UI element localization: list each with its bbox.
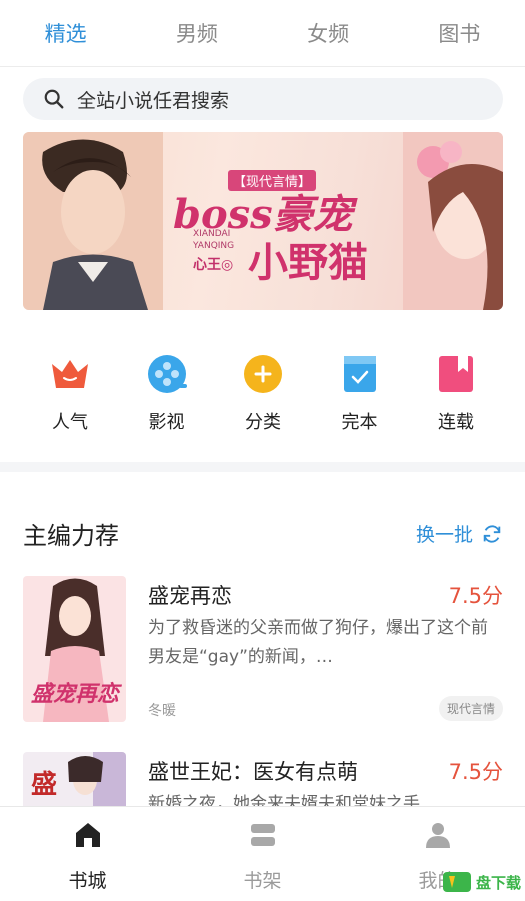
promo-banner[interactable]: 【现代言情】 boss豪宠 XIANDAI YANQING 心王◎ 小野猫: [23, 132, 503, 310]
category-label: 影视: [148, 412, 185, 433]
refresh-icon: [483, 524, 501, 543]
book-cover[interactable]: 盛: [23, 752, 126, 812]
category-label: 分类: [245, 412, 281, 433]
watermark-logo: 盘下载: [442, 870, 521, 894]
book-cover-title: 盛: [31, 770, 58, 800]
book-title[interactable]: 盛宠再恋: [148, 580, 232, 610]
refresh-batch-button[interactable]: 换一批: [416, 520, 503, 547]
section-title: 主编力荐: [23, 522, 119, 550]
tab-female[interactable]: 女频: [263, 0, 394, 66]
nav-bookstore[interactable]: 书城: [0, 807, 175, 901]
book-title[interactable]: 盛世王妃：医女有点萌: [148, 756, 358, 786]
category-classify[interactable]: 分类: [215, 352, 311, 434]
category-label: 人气: [52, 412, 88, 433]
category-serial[interactable]: 连载: [408, 352, 504, 434]
book-author: 冬暖: [148, 703, 176, 719]
home-icon: [75, 823, 100, 847]
category-row: 人气 影视 分类 完本 连载: [22, 352, 504, 434]
check-book-icon: [343, 356, 376, 392]
top-tab-bar: 精选 男频 女频 图书: [0, 0, 525, 67]
tab-featured[interactable]: 精选: [0, 0, 131, 66]
nav-bookshelf[interactable]: 书架: [175, 807, 350, 901]
plus-circle-icon: [244, 355, 282, 393]
banner-pinyin: XIANDAI YANQING: [193, 228, 234, 252]
category-film[interactable]: 影视: [119, 352, 215, 434]
search-bar[interactable]: 全站小说任君搜索: [23, 78, 503, 120]
banner-woman-illustration: [403, 132, 503, 310]
watermark-icon: [442, 872, 471, 892]
tab-books[interactable]: 图书: [394, 0, 525, 66]
nav-label: 书架: [243, 870, 282, 892]
user-icon: [425, 823, 450, 848]
bookmark-icon: [439, 356, 473, 392]
book-cover-title: 盛宠再恋: [31, 682, 120, 707]
book-card[interactable]: 盛 盛世王妃：医女有点萌 7.5分 新婚之夜，她金来夫婿夫和堂妹之手: [23, 752, 505, 812]
refresh-label: 换一批: [415, 524, 473, 546]
category-finished[interactable]: 完本: [312, 352, 408, 434]
book-cover[interactable]: 盛宠再恋: [23, 576, 126, 722]
tab-male[interactable]: 男频: [131, 0, 262, 66]
category-popular[interactable]: 人气: [22, 352, 118, 434]
banner-pinyin-2: YANQING: [193, 241, 235, 251]
banner-author: 心王◎: [193, 257, 234, 273]
book-card[interactable]: 盛宠再恋 盛宠再恋 7.5分 为了救昏迷的父亲而做了狗仔，爆出了这个前男友是“g…: [23, 576, 505, 724]
book-genre-tag[interactable]: 现代言情: [438, 696, 503, 721]
category-label: 连载: [438, 412, 474, 433]
banner-title-line2: 小野猫: [248, 240, 368, 286]
bookshelf-icon: [250, 824, 275, 846]
banner-pinyin-1: XIANDAI: [193, 229, 231, 239]
nav-label: 书城: [68, 870, 107, 892]
category-label: 完本: [341, 412, 378, 433]
banner-man-illustration: [23, 132, 163, 310]
book-description: 为了救昏迷的父亲而做了狗仔，爆出了这个前男友是“gay”的新闻，…: [148, 618, 488, 667]
crown-icon: [52, 360, 88, 388]
search-icon: [44, 89, 64, 109]
film-reel-icon: [147, 355, 187, 393]
watermark-text: 盘下载: [475, 873, 521, 892]
search-placeholder: 全站小说任君搜索: [77, 89, 230, 112]
book-score: 7.5分: [448, 584, 503, 608]
section-divider: [0, 462, 525, 472]
book-score: 7.5分: [448, 760, 503, 784]
